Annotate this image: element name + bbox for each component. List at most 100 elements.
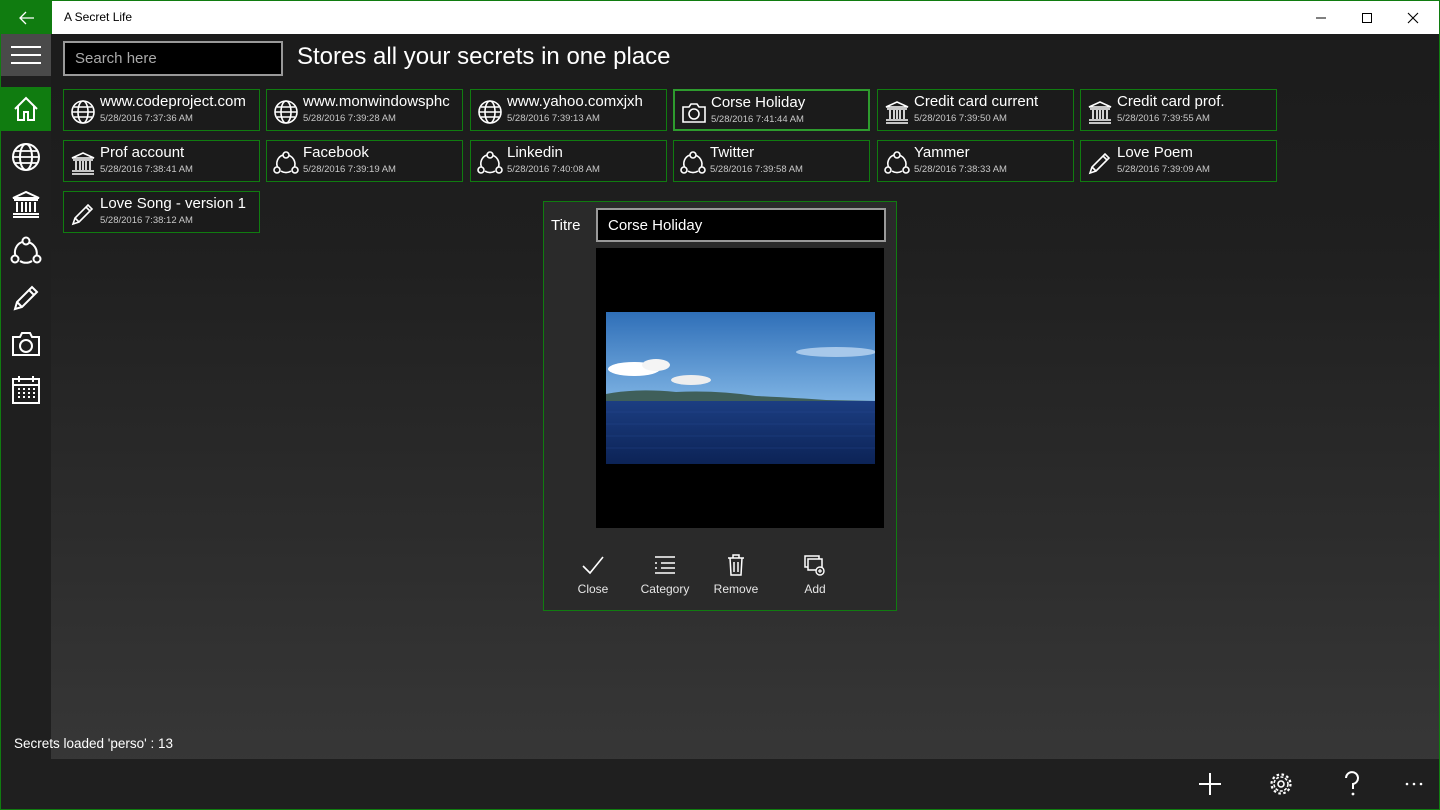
secret-date: 5/28/2016 7:39:28 AM [303,113,396,124]
trash-icon [728,554,744,576]
secret-detail-panel: Titre Corse Holiday Close Category Remov… [543,201,897,611]
secret-title: Credit card prof. [1117,93,1225,110]
secret-date: 5/28/2016 7:40:08 AM [507,164,600,175]
more-button[interactable] [1390,759,1438,809]
close-icon [1407,12,1419,23]
secret-title: www.yahoo.comxjxh [507,93,643,110]
secret-tile[interactable]: Credit card current 5/28/2016 7:39:50 AM [877,89,1074,131]
secret-title: Love Song - version 1 [100,195,246,212]
secret-title: Corse Holiday [711,94,806,111]
settings-button[interactable] [1257,759,1305,809]
share-icon [680,151,706,174]
remove-button[interactable]: Remove [701,554,771,596]
secret-date: 5/28/2016 7:39:19 AM [303,164,396,175]
title-input[interactable] [596,208,886,242]
secret-date: 5/28/2016 7:39:09 AM [1117,164,1210,175]
hamburger-icon [11,46,41,64]
secret-date: 5/28/2016 7:41:44 AM [711,114,804,125]
bank-icon [885,101,909,124]
secret-tile[interactable]: Twitter 5/28/2016 7:39:58 AM [673,140,870,182]
bank-icon [12,190,40,218]
secret-date: 5/28/2016 7:39:50 AM [914,113,1007,124]
camera-icon [682,103,706,123]
secret-tile[interactable]: www.monwindowsphc 5/28/2016 7:39:28 AM [266,89,463,131]
nav-bank[interactable] [1,182,51,226]
secret-tile[interactable]: Credit card prof. 5/28/2016 7:39:55 AM [1080,89,1277,131]
app-window: A Secret Life Search here Stores all you… [0,0,1440,810]
share-icon [273,151,299,174]
command-bar [1,759,1439,809]
secret-tile[interactable]: Love Poem 5/28/2016 7:39:09 AM [1080,140,1277,182]
secret-title: www.monwindowsphc [303,93,450,110]
hamburger-button[interactable] [1,34,51,76]
secret-tile[interactable]: Linkedin 5/28/2016 7:40:08 AM [470,140,667,182]
back-arrow-icon [18,11,34,24]
nav-web[interactable] [1,135,51,179]
share-icon [477,151,503,174]
secret-tile[interactable]: www.codeproject.com 5/28/2016 7:37:36 AM [63,89,260,131]
add-secret-button[interactable] [1186,759,1234,809]
pencil-icon [1088,152,1111,175]
category-button[interactable]: Category [630,554,700,596]
secret-tile[interactable]: Yammer 5/28/2016 7:38:33 AM [877,140,1074,182]
secret-title: Prof account [100,144,185,161]
secret-date: 5/28/2016 7:38:12 AM [100,215,193,226]
pencil-icon [71,203,94,226]
pencil-icon [13,285,39,311]
secret-title: Love Poem [1117,144,1193,161]
secret-date: 5/28/2016 7:38:41 AM [100,164,193,175]
bank-icon [1088,101,1112,124]
help-button[interactable] [1328,759,1376,809]
close-label: Close [577,582,609,596]
camera-icon [12,332,40,356]
search-input[interactable] [63,41,283,76]
maximize-icon [1362,12,1372,23]
share-icon [10,236,42,264]
share-icon [884,151,910,174]
add-image-button[interactable]: Add [780,554,850,596]
close-detail-button[interactable]: Close [558,554,628,596]
check-icon [582,556,604,575]
maximize-button[interactable] [1344,1,1390,34]
secret-tile[interactable]: Love Song - version 1 5/28/2016 7:38:12 … [63,191,260,233]
secret-title: Credit card current [914,93,1039,110]
globe-icon [71,100,95,124]
nav-notes[interactable] [1,276,51,320]
minimize-icon [1316,17,1326,18]
secret-date: 5/28/2016 7:39:58 AM [710,164,803,175]
back-button[interactable] [1,1,52,34]
secret-date: 5/28/2016 7:39:13 AM [507,113,600,124]
more-icon [1405,782,1423,786]
remove-label: Remove [713,582,759,596]
secret-tile-selected[interactable]: Corse Holiday 5/28/2016 7:41:44 AM [673,89,870,131]
add-label: Add [804,582,826,596]
secret-title: Facebook [303,144,369,161]
secret-title: Yammer [914,144,970,161]
close-window-button[interactable] [1390,1,1436,34]
nav-home[interactable] [1,87,51,131]
secret-title: Twitter [710,144,755,161]
secret-tile[interactable]: Prof account 5/28/2016 7:38:41 AM [63,140,260,182]
secret-tile[interactable]: Facebook 5/28/2016 7:39:19 AM [266,140,463,182]
navigation-rail [1,34,51,759]
add-image-icon [804,555,825,576]
secret-tile[interactable]: www.yahoo.comxjxh 5/28/2016 7:39:13 AM [470,89,667,131]
settings-icon [1270,773,1292,795]
bank-icon [71,152,95,175]
status-text: Secrets loaded 'perso' : 13 [14,736,174,751]
nav-calendar[interactable] [1,368,51,412]
nav-social[interactable] [1,229,51,273]
image-frame [596,248,884,528]
title-label: Titre [551,217,581,234]
secret-title: Linkedin [507,144,563,161]
home-icon [14,96,38,121]
app-title: A Secret Life [64,10,133,24]
globe-icon [478,100,502,124]
globe-icon [274,100,298,124]
globe-icon [12,143,40,171]
calendar-icon [12,376,40,404]
nav-photos[interactable] [1,322,51,366]
minimize-button[interactable] [1298,1,1344,34]
secret-title: www.codeproject.com [100,93,246,110]
category-label: Category [640,582,690,596]
